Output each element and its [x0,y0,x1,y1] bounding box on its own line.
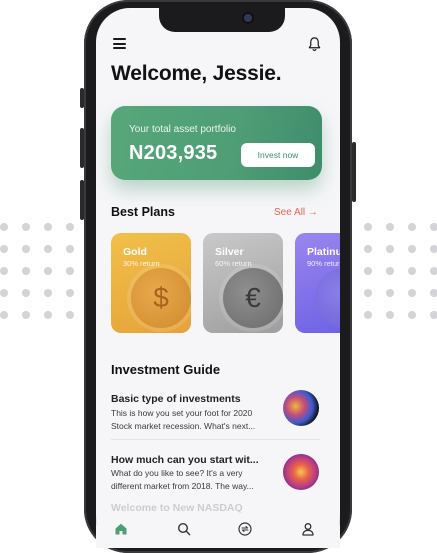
article-title[interactable]: Basic type of investments [111,393,241,405]
power-button [352,142,356,202]
portfolio-amount: N203,935 [129,142,218,164]
plan-return: 90% return [307,259,340,268]
platinum-coin-icon [315,268,340,328]
best-plans-title: Best Plans [111,205,175,219]
plan-card-silver[interactable]: Silver 60% return € [203,233,283,333]
dot-grid-left [0,223,74,319]
search-icon[interactable] [177,522,191,536]
plan-name: Gold [123,246,147,258]
home-icon[interactable] [114,522,128,536]
article-description: What do you like to see? It's a very dif… [111,468,254,491]
portfolio-card: Your total asset portfolio N203,935 Inve… [111,106,322,180]
greeting-title: Welcome, Jessie. [111,62,282,85]
plan-card-platinum[interactable]: Platinum 90% return [295,233,340,333]
euro-coin-icon: € [223,268,283,328]
plan-return: 60% return [215,259,252,268]
article-title[interactable]: How much can you start wit... [111,454,259,466]
dot-grid-right [364,223,437,319]
article-thumbnail[interactable] [283,454,319,490]
mute-switch [80,88,84,108]
article-thumbnail[interactable] [283,390,319,426]
divider [111,439,320,440]
article-description: This is how you set your foot for 2020 S… [111,408,256,431]
dollar-coin-icon: $ [131,268,191,328]
plan-return: 30% return [123,259,160,268]
bell-icon[interactable] [307,36,322,52]
exchange-icon[interactable] [238,522,252,536]
volume-down-button [80,180,84,220]
plan-name: Platinum [307,246,340,258]
plan-card-gold[interactable]: Gold 30% return $ [111,233,191,333]
invest-now-button[interactable]: Invest now [241,143,315,167]
profile-icon[interactable] [301,522,315,536]
see-all-link[interactable]: See All → [274,207,318,218]
menu-icon[interactable] [113,38,126,49]
investment-guide-title: Investment Guide [111,362,221,377]
portfolio-label: Your total asset portfolio [129,124,236,135]
camera [244,14,252,22]
plan-name: Silver [215,246,244,258]
volume-up-button [80,128,84,168]
notch [159,6,285,32]
